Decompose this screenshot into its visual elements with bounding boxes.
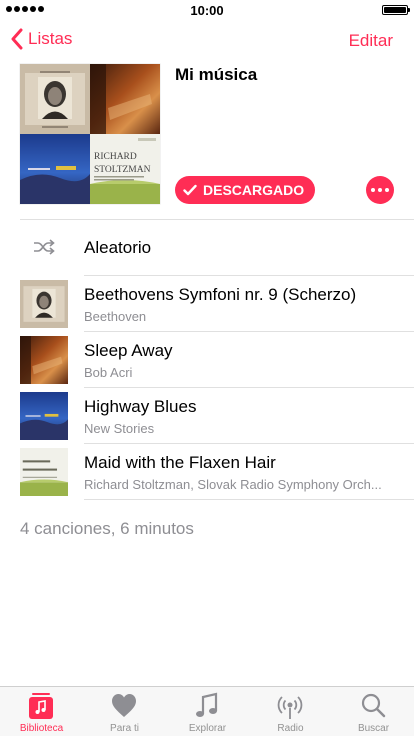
tab-library[interactable]: Biblioteca — [0, 687, 83, 736]
shuffle-icon — [34, 239, 55, 255]
downloaded-label: DESCARGADO — [203, 182, 305, 198]
downloaded-button[interactable]: DESCARGADO — [175, 176, 316, 204]
tab-label: Biblioteca — [19, 723, 64, 734]
radio-icon — [277, 696, 303, 719]
song-row[interactable]: Sleep Away Bob Acri — [0, 332, 414, 388]
album-art-highway-blues — [20, 134, 90, 204]
back-label: Listas — [28, 29, 73, 48]
playlist-summary: 4 canciones, 6 minutos — [20, 519, 194, 538]
checkmark-icon — [183, 184, 197, 196]
back-button[interactable]: Listas — [10, 28, 72, 50]
song-artwork — [20, 392, 68, 440]
tab-radio[interactable]: Radio — [249, 687, 332, 736]
song-artwork — [20, 336, 68, 384]
tab-search[interactable]: Buscar — [332, 687, 414, 736]
status-bar: 10:00 — [0, 0, 414, 20]
tab-label: Buscar — [357, 723, 390, 734]
playlist-artwork: RICHARD STOLTZMAN — [20, 64, 160, 204]
song-row[interactable]: Beethovens Symfoni nr. 9 (Scherzo) Beeth… — [0, 276, 414, 332]
ellipsis-icon — [371, 188, 375, 192]
song-artwork — [20, 448, 68, 496]
song-title: Highway Blues — [84, 397, 197, 416]
music-note-icon — [196, 692, 218, 717]
edit-button[interactable]: Editar — [349, 31, 393, 51]
song-artist: Richard Stoltzman, Slovak Radio Symphony… — [84, 477, 382, 492]
song-row[interactable]: Maid with the Flaxen Hair Richard Stoltz… — [0, 444, 414, 500]
status-time: 10:00 — [190, 3, 224, 18]
battery-icon — [382, 5, 410, 15]
tab-browse[interactable]: Explorar — [166, 687, 249, 736]
more-options-button[interactable] — [366, 176, 394, 204]
song-title: Beethovens Symfoni nr. 9 (Scherzo) — [84, 285, 357, 304]
album-art-richard-stoltzman: RICHARD STOLTZMAN — [90, 134, 160, 204]
artwork-text-stoltzman: STOLTZMAN — [94, 165, 151, 175]
divider — [84, 499, 414, 500]
album-art-sleep-away — [90, 64, 160, 134]
library-icon — [29, 693, 53, 719]
playlist-title: Mi música — [175, 65, 258, 84]
album-art-beethoven — [20, 64, 90, 134]
song-artwork — [20, 280, 68, 328]
song-title: Sleep Away — [84, 341, 173, 360]
song-row[interactable]: Highway Blues New Stories — [0, 388, 414, 444]
song-artist: Bob Acri — [84, 365, 133, 380]
song-artist: Beethoven — [84, 309, 147, 324]
tab-label: Explorar — [188, 723, 227, 734]
artwork-text-richard: RICHARD — [94, 152, 137, 162]
tab-for-you[interactable]: Para ti — [83, 687, 166, 736]
tab-label: Radio — [277, 723, 304, 734]
shuffle-row[interactable]: Aleatorio — [0, 220, 414, 275]
tab-bar: Biblioteca Para ti Explorar Radio Buscar — [0, 686, 414, 736]
shuffle-label: Aleatorio — [84, 238, 152, 257]
song-title: Maid with the Flaxen Hair — [84, 453, 276, 472]
search-icon — [361, 693, 386, 718]
chevron-left-icon — [11, 28, 23, 50]
heart-icon — [112, 694, 136, 717]
tab-label: Para ti — [110, 723, 139, 734]
navigation-bar: Listas Editar — [0, 20, 414, 64]
song-artist: New Stories — [84, 421, 155, 436]
